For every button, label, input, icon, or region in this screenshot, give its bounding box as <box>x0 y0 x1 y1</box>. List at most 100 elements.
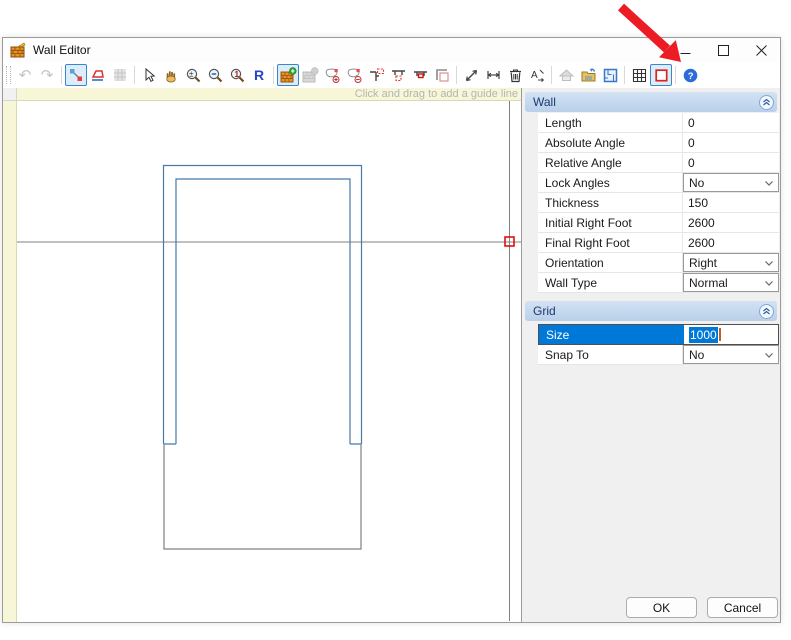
property-row-orientation[interactable]: Orientation Right <box>538 253 779 273</box>
edit-polygon-tool-button[interactable] <box>87 64 109 86</box>
wall-section-header[interactable]: Wall <box>525 92 777 112</box>
property-label[interactable]: Lock Angles <box>538 173 683 192</box>
plan-view-button[interactable] <box>599 64 621 86</box>
merge-wall-button[interactable] <box>387 64 409 86</box>
property-label[interactable]: Wall Type <box>538 273 683 292</box>
wall-segment-button[interactable] <box>409 64 431 86</box>
maximize-icon <box>718 45 729 56</box>
property-row-size[interactable]: Size 1000 <box>538 324 779 345</box>
snap-to-dropdown[interactable]: No <box>683 345 779 364</box>
property-value[interactable]: 0 <box>683 133 779 152</box>
property-row-snap-to[interactable]: Snap To No <box>538 345 779 365</box>
delete-button[interactable] <box>504 64 526 86</box>
minimize-button[interactable] <box>666 38 704 62</box>
redo-icon: ↷ <box>41 68 54 83</box>
split-wall-button[interactable] <box>365 64 387 86</box>
redo-button[interactable]: ↷ <box>36 64 58 86</box>
dimension-tool-button[interactable] <box>482 64 504 86</box>
property-label[interactable]: Relative Angle <box>538 153 683 172</box>
import-folder-icon <box>580 67 597 84</box>
property-value[interactable]: 0 <box>683 153 779 172</box>
remove-vertex-button[interactable] <box>343 64 365 86</box>
property-row-initial-right-foot[interactable]: Initial Right Foot 2600 <box>538 213 779 233</box>
wall-type-dropdown[interactable]: Normal <box>683 273 779 292</box>
rotate-view-button[interactable]: R <box>248 64 270 86</box>
plan-view-icon <box>602 67 619 84</box>
grid-section-header[interactable]: Grid <box>525 301 777 321</box>
wall-corner-button[interactable] <box>431 64 453 86</box>
property-value[interactable]: 0 <box>683 113 779 132</box>
wall-property-rows: Length 0 Absolute Angle 0 Relative Angle… <box>538 113 779 293</box>
property-row-length[interactable]: Length 0 <box>538 113 779 133</box>
room-boundary-button[interactable] <box>650 64 672 86</box>
draw-wall-tool-button[interactable] <box>65 64 87 86</box>
remove-wall-button[interactable] <box>299 64 321 86</box>
property-value[interactable]: 150 <box>683 193 779 212</box>
close-icon <box>756 45 767 56</box>
property-label[interactable]: Snap To <box>538 345 683 364</box>
roof-button[interactable] <box>555 64 577 86</box>
add-vertex-button[interactable] <box>321 64 343 86</box>
edit-polygon-icon <box>90 67 106 83</box>
zoom-reset-icon: 1 <box>229 67 246 84</box>
room-outline[interactable] <box>164 444 361 549</box>
chevron-down-icon <box>764 179 774 187</box>
text-direction-icon: A <box>529 67 546 84</box>
zoom-reset-button[interactable]: 1 <box>226 64 248 86</box>
undo-button[interactable]: ↶ <box>14 64 36 86</box>
property-label[interactable]: Size <box>539 325 684 344</box>
lock-angles-dropdown[interactable]: No <box>683 173 779 192</box>
property-label[interactable]: Length <box>538 113 683 132</box>
toolbar-separator <box>273 66 274 84</box>
text-direction-button[interactable]: A <box>526 64 548 86</box>
help-icon: ? <box>682 67 699 84</box>
wall-outline[interactable] <box>164 166 362 445</box>
property-row-lock-angles[interactable]: Lock Angles No <box>538 173 779 193</box>
dropdown-value: No <box>689 176 704 190</box>
property-label[interactable]: Absolute Angle <box>538 133 683 152</box>
property-row-absolute-angle[interactable]: Absolute Angle 0 <box>538 133 779 153</box>
size-input[interactable]: 1000 <box>684 325 778 344</box>
horizontal-guide-ruler[interactable]: Click and drag to add a guide line <box>17 88 521 101</box>
property-label[interactable]: Orientation <box>538 253 683 272</box>
toolbar-grip[interactable] <box>6 66 11 84</box>
property-label[interactable]: Thickness <box>538 193 683 212</box>
show-grid-button[interactable] <box>628 64 650 86</box>
property-row-relative-angle[interactable]: Relative Angle 0 <box>538 153 779 173</box>
zoom-window-button[interactable]: ± <box>182 64 204 86</box>
draw-wall-icon <box>68 67 84 83</box>
drawing-canvas[interactable] <box>17 101 521 622</box>
svg-text:A: A <box>531 70 538 81</box>
ok-button[interactable]: OK <box>626 597 697 618</box>
property-row-wall-type[interactable]: Wall Type Normal <box>538 273 779 293</box>
property-label[interactable]: Final Right Foot <box>538 233 683 252</box>
collapse-wall-button[interactable] <box>759 95 774 110</box>
vertical-guide-ruler[interactable] <box>3 101 17 622</box>
cancel-button[interactable]: Cancel <box>707 597 778 618</box>
help-button[interactable]: ? <box>679 64 701 86</box>
maximize-button[interactable] <box>704 38 742 62</box>
property-label[interactable]: Initial Right Foot <box>538 213 683 232</box>
measure-tool-button[interactable] <box>460 64 482 86</box>
zoom-out-icon <box>207 67 224 84</box>
undo-icon: ↶ <box>19 68 32 83</box>
close-button[interactable] <box>742 38 780 62</box>
app-icon <box>10 42 26 58</box>
wall-drawing <box>17 101 521 621</box>
property-row-final-right-foot[interactable]: Final Right Foot 2600 <box>538 233 779 253</box>
property-value[interactable]: 2600 <box>683 213 779 232</box>
orientation-dropdown[interactable]: Right <box>683 253 779 272</box>
add-wall-icon <box>280 67 297 84</box>
property-row-thickness[interactable]: Thickness 150 <box>538 193 779 213</box>
add-wall-button[interactable] <box>277 64 299 86</box>
chevron-up-icon <box>762 98 771 107</box>
text-caret <box>719 328 721 341</box>
select-cursor-button[interactable] <box>138 64 160 86</box>
measure-icon <box>463 67 480 84</box>
property-value[interactable]: 2600 <box>683 233 779 252</box>
collapse-grid-button[interactable] <box>759 304 774 319</box>
import-plan-button[interactable] <box>577 64 599 86</box>
pan-tool-button[interactable] <box>160 64 182 86</box>
edit-grid-tool-button[interactable] <box>109 64 131 86</box>
zoom-out-button[interactable] <box>204 64 226 86</box>
